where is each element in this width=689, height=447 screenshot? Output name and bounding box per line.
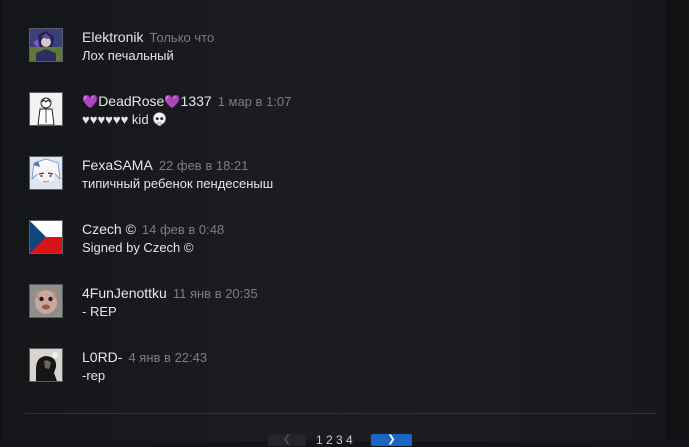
page-numbers[interactable]: 1 2 3 4: [316, 433, 353, 447]
comment-timestamp: Только что: [149, 30, 215, 45]
comment-author[interactable]: 4FunJenottku: [82, 285, 167, 301]
creature-avatar-icon: [30, 285, 62, 317]
purple-heart-icon: 💜: [164, 94, 181, 109]
comment-item: 4FunJenottku 11 янв в 20:35 - REP: [0, 284, 660, 340]
comment-item: Elektronik Только что Лох печальный: [0, 28, 660, 84]
comment-item: L0RD- 4 янв в 22:43 -rep: [0, 348, 660, 404]
chevron-left-icon: ❮: [282, 434, 292, 445]
purple-heart-icon: 💜: [82, 94, 99, 109]
comment-timestamp: 4 янв в 22:43: [128, 350, 208, 365]
pagination-divider: [25, 413, 656, 414]
comment-author-suffix: 1337: [180, 93, 212, 109]
comment-text: Signed by Czech ©: [82, 240, 194, 255]
comment-avatar[interactable]: [29, 28, 63, 62]
comment-text: - REP: [82, 304, 117, 319]
anime-girl-avatar-icon: [30, 157, 62, 189]
comment-author[interactable]: Czech ©: [82, 221, 136, 237]
comment-item: FexaSAMA 22 фев в 18:21 типичный ребенок …: [0, 156, 660, 212]
skull-emoji-icon: [152, 112, 166, 126]
white-figure-avatar-icon: [30, 93, 62, 125]
comment-avatar[interactable]: [29, 348, 63, 382]
comment-text-row: ♥♥♥♥♥♥ kid: [82, 112, 167, 128]
comment-author[interactable]: DeadRose: [98, 93, 164, 109]
comment-timestamp: 11 янв в 20:35: [172, 286, 258, 301]
comment-author[interactable]: FexaSAMA: [82, 157, 153, 173]
anime-character-avatar-icon: [30, 29, 62, 61]
comment-author[interactable]: Elektronik: [82, 29, 143, 45]
czech-flag-avatar-icon: [30, 221, 62, 253]
next-page-button[interactable]: ❯: [371, 434, 412, 446]
comment-timestamp: 14 фев в 0:48: [141, 222, 225, 237]
prev-page-button[interactable]: ❮: [268, 434, 306, 446]
chevron-right-icon: ❯: [387, 434, 396, 445]
comments-panel: Elektronik Только что Лох печальный 💜Dead…: [0, 0, 666, 447]
comment-text: типичный ребенок пендесеныш: [82, 176, 274, 191]
comment-timestamp: 22 фев в 18:21: [158, 158, 249, 173]
comment-avatar[interactable]: [29, 220, 63, 254]
comment-item: 💜DeadRose💜1337 1 мар в 1:07 ♥♥♥♥♥♥ kid: [0, 92, 660, 148]
comment-avatar[interactable]: [29, 284, 63, 318]
comment-item: Czech © 14 фев в 0:48 Signed by Czech ©: [0, 220, 660, 276]
comment-text: -rep: [82, 368, 106, 383]
comment-text: ♥♥♥♥♥♥ kid: [82, 112, 149, 127]
comment-avatar[interactable]: [29, 92, 63, 126]
comment-text: Лох печальный: [82, 48, 174, 63]
comment-author[interactable]: L0RD-: [82, 349, 122, 365]
silhouette-avatar-icon: [30, 349, 62, 381]
comment-timestamp: 1 мар в 1:07: [217, 94, 292, 109]
comment-avatar[interactable]: [29, 156, 63, 190]
scrollbar-gutter: [666, 0, 689, 441]
